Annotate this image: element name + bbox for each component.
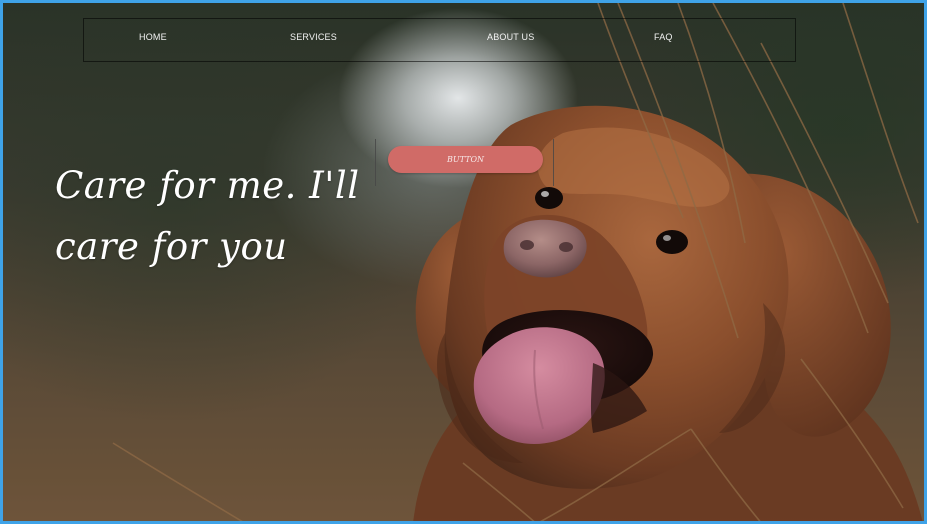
nav-about-us-link[interactable]: ABOUT US — [487, 32, 534, 42]
hero-headline-line-2: care for you — [55, 225, 288, 268]
button-divider-left — [375, 139, 376, 186]
top-navigation: HOME SERVICES ABOUT US FAQ — [83, 18, 796, 62]
nav-home-link[interactable]: HOME — [139, 32, 167, 42]
grass-haze — [3, 301, 924, 521]
button-divider-right — [553, 139, 554, 186]
hero-headline-line-1: Care for me. I'll — [55, 164, 360, 207]
cta-button[interactable]: BUTTON — [388, 146, 543, 173]
nav-faq-link[interactable]: FAQ — [654, 32, 673, 42]
nav-services-link[interactable]: SERVICES — [290, 32, 337, 42]
page-frame: HOME SERVICES ABOUT US FAQ Care for me. … — [0, 0, 927, 524]
hero-headline: Care for me. I'll care for you — [55, 155, 375, 277]
